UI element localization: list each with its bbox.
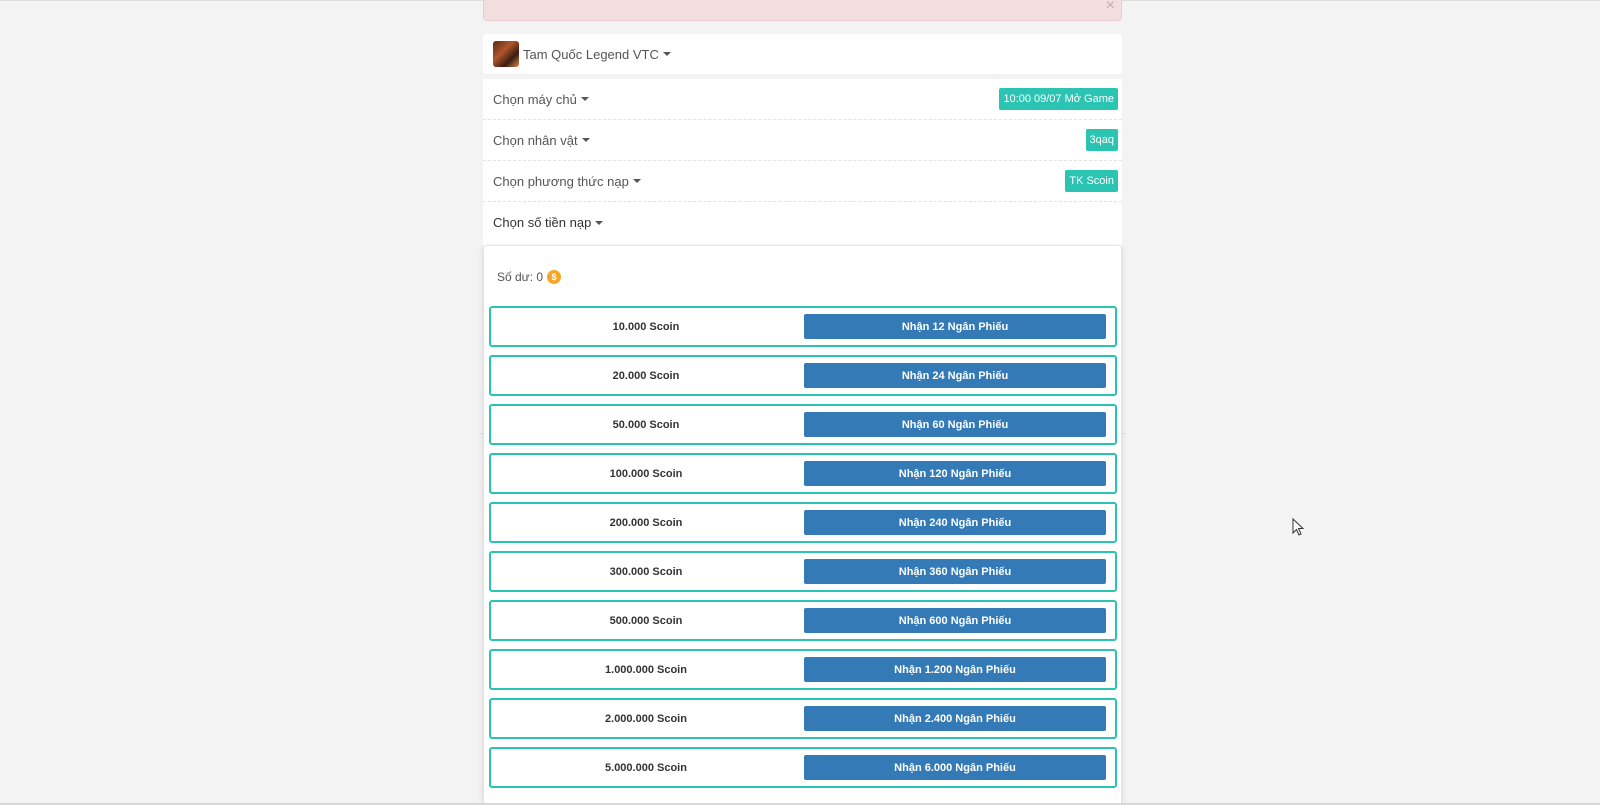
package-amount: 100.000 Scoin — [609, 467, 683, 480]
package-amount: 200.000 Scoin — [609, 516, 683, 529]
character-tag: 3qaq — [1085, 129, 1118, 151]
payment-method-label: Chọn phương thức nạp — [493, 173, 629, 189]
chevron-down-icon — [581, 138, 590, 142]
package-item[interactable]: 1.000.000 Scoin Nhận 1.200 Ngân Phiếu — [489, 649, 1117, 690]
receive-button[interactable]: Nhận 6.000 Ngân Phiếu — [804, 755, 1106, 780]
coin-icon: $ — [547, 270, 562, 284]
amount-dropdown[interactable]: Chọn số tiền nạp — [483, 202, 1122, 243]
server-dropdown-label: Chọn máy chủ — [493, 91, 577, 107]
package-amount: 10.000 Scoin — [612, 320, 680, 333]
package-item[interactable]: 2.000.000 Scoin Nhận 2.400 Ngân Phiếu — [489, 698, 1117, 739]
package-amount: 50.000 Scoin — [612, 418, 680, 431]
payment-method-tag: TK Scoin — [1065, 170, 1118, 192]
receive-button[interactable]: Nhận 120 Ngân Phiếu — [804, 461, 1106, 486]
receive-button[interactable]: Nhận 24 Ngân Phiếu — [804, 363, 1106, 388]
game-thumbnail — [493, 41, 519, 67]
character-dropdown[interactable]: Chọn nhân vật 3qaq — [483, 120, 1122, 161]
alert-banner: × — [483, 0, 1122, 21]
game-name: Tam Quốc Legend VTC — [523, 46, 659, 62]
balance: Số dư: 0 $ — [497, 270, 562, 284]
payment-method-dropdown[interactable]: Chọn phương thức nạp TK Scoin — [483, 161, 1122, 202]
receive-button[interactable]: Nhận 240 Ngân Phiếu — [804, 510, 1106, 535]
package-item[interactable]: 100.000 Scoin Nhận 120 Ngân Phiếu — [489, 453, 1117, 494]
receive-button[interactable]: Nhận 2.400 Ngân Phiếu — [804, 706, 1106, 731]
mouse-cursor-icon — [1292, 518, 1304, 536]
chevron-down-icon — [632, 179, 641, 183]
package-list: 10.000 Scoin Nhận 12 Ngân Phiếu 20.000 S… — [489, 306, 1117, 796]
receive-button[interactable]: Nhận 1.200 Ngân Phiếu — [804, 657, 1106, 682]
package-amount: 500.000 Scoin — [609, 614, 683, 627]
balance-label: Số dư: 0 — [497, 270, 544, 284]
chevron-down-icon — [595, 220, 604, 225]
chevron-down-icon — [580, 97, 589, 101]
package-amount: 20.000 Scoin — [612, 369, 680, 382]
server-dropdown[interactable]: Chọn máy chủ 10:00 09/07 Mở Game — [483, 79, 1122, 120]
package-item[interactable]: 10.000 Scoin Nhận 12 Ngân Phiếu — [489, 306, 1117, 347]
package-amount: 300.000 Scoin — [609, 565, 683, 578]
receive-button[interactable]: Nhận 60 Ngân Phiếu — [804, 412, 1106, 437]
options-panel: Chọn máy chủ 10:00 09/07 Mở Game Chọn nh… — [483, 79, 1122, 247]
package-item[interactable]: 200.000 Scoin Nhận 240 Ngân Phiếu — [489, 502, 1117, 543]
receive-button[interactable]: Nhận 360 Ngân Phiếu — [804, 559, 1106, 584]
receive-button[interactable]: Nhận 600 Ngân Phiếu — [804, 608, 1106, 633]
package-item[interactable]: 50.000 Scoin Nhận 60 Ngân Phiếu — [489, 404, 1117, 445]
receive-button[interactable]: Nhận 12 Ngân Phiếu — [804, 314, 1106, 339]
package-item[interactable]: 500.000 Scoin Nhận 600 Ngân Phiếu — [489, 600, 1117, 641]
package-item[interactable]: 300.000 Scoin Nhận 360 Ngân Phiếu — [489, 551, 1117, 592]
character-dropdown-label: Chọn nhân vật — [493, 132, 578, 148]
package-amount: 2.000.000 Scoin — [605, 712, 687, 725]
amount-dropdown-menu: Số dư: 0 $ 10.000 Scoin Nhận 12 Ngân Phi… — [483, 245, 1122, 805]
game-selector[interactable]: Tam Quốc Legend VTC — [483, 34, 1122, 74]
chevron-down-icon — [662, 52, 671, 56]
server-tag: 10:00 09/07 Mở Game — [999, 88, 1118, 110]
package-amount: 5.000.000 Scoin — [605, 761, 687, 774]
amount-dropdown-label: Chọn số tiền nạp — [493, 215, 592, 230]
package-amount: 1.000.000 Scoin — [605, 663, 687, 676]
package-item[interactable]: 20.000 Scoin Nhận 24 Ngân Phiếu — [489, 355, 1117, 396]
package-item[interactable]: 5.000.000 Scoin Nhận 6.000 Ngân Phiếu — [489, 747, 1117, 788]
close-icon[interactable]: × — [1106, 0, 1115, 14]
